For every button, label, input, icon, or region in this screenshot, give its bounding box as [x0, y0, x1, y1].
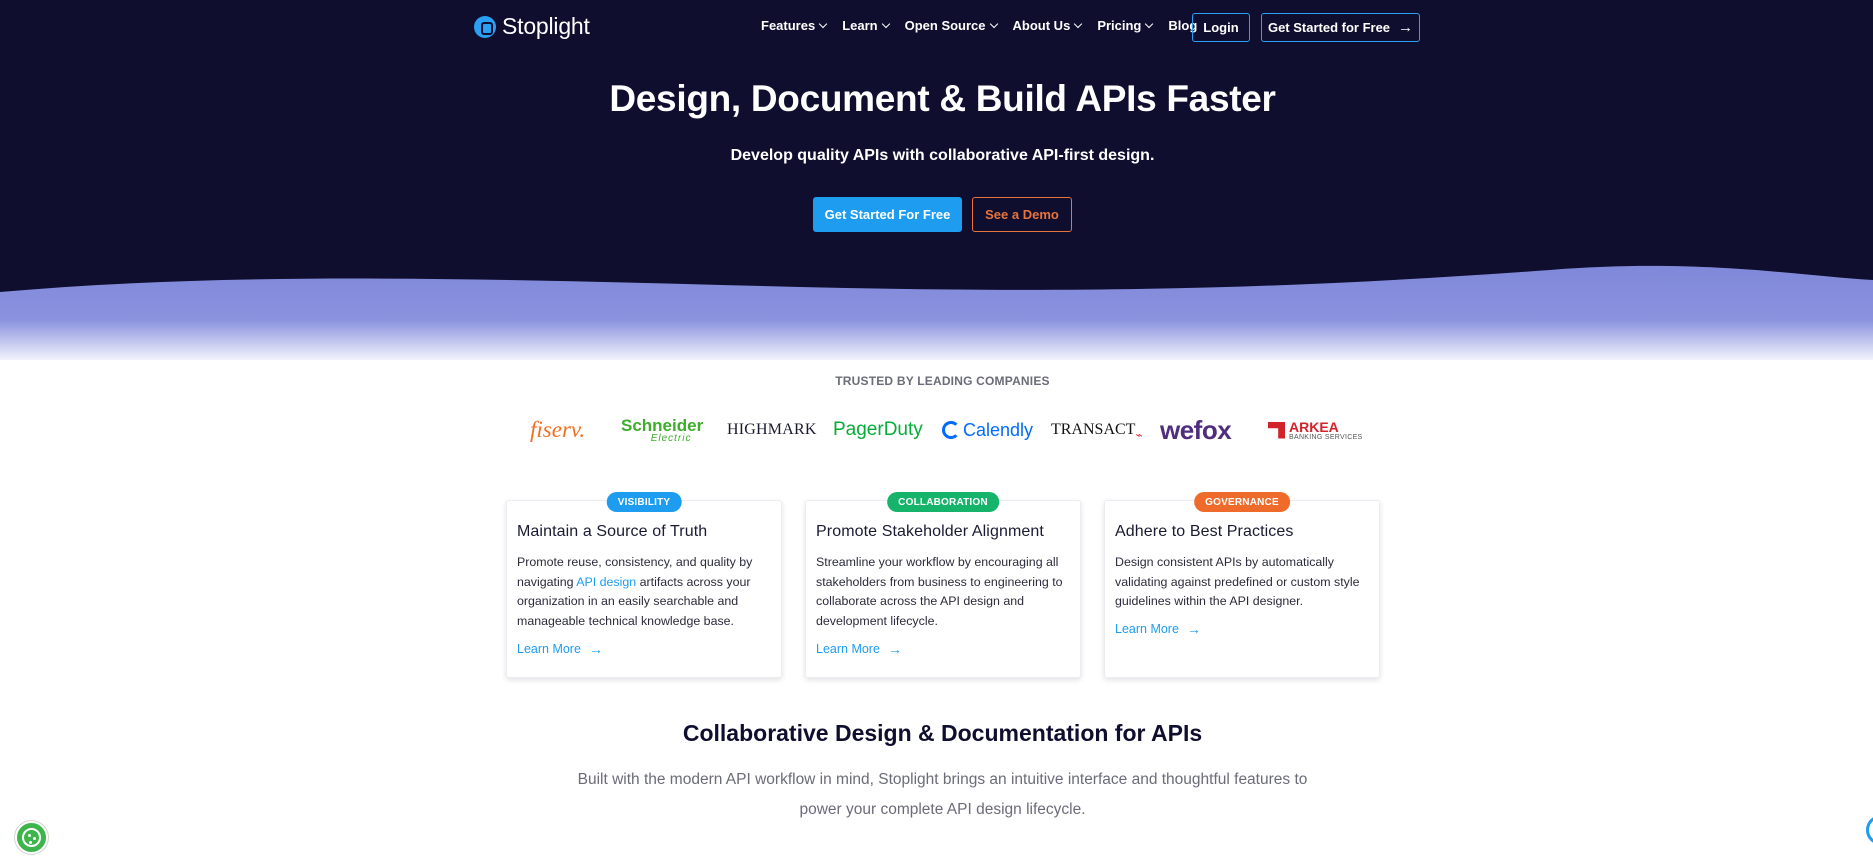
fiserv-logo: fiserv.: [530, 417, 586, 442]
nav-item-label: Pricing: [1097, 18, 1142, 33]
arkea-logo-text: ARKEA BANKING SERVICES: [1289, 420, 1363, 441]
hero-subtitle: Develop quality APIs with collaborative …: [730, 147, 1155, 164]
trusted-heading: TRUSTED BY LEADING COMPANIES: [835, 374, 1050, 388]
arkea-logo: ARKEA BANKING SERVICES: [1268, 410, 1363, 450]
nav-item-label: Open Source: [904, 18, 986, 33]
cookie-settings-button[interactable]: [15, 821, 48, 854]
arkea-logo-tagline: BANKING SERVICES: [1289, 433, 1363, 441]
nav-item-features[interactable]: Features: [761, 18, 828, 33]
hero-title: Design, Document & Build APIs Faster: [609, 78, 1276, 119]
transact-swoosh-icon: ⌁: [1135, 427, 1143, 442]
nav-item-about-us[interactable]: About Us: [1012, 18, 1083, 33]
card-body: Promote reuse, consistency, and quality …: [517, 553, 775, 631]
nav-item-label: About Us: [1012, 18, 1071, 33]
see-demo-button[interactable]: See a Demo: [972, 197, 1072, 232]
calendly-logo: Calendly: [942, 410, 1033, 450]
nav-item-label: Learn: [842, 18, 878, 33]
section-subtitle: Built with the modern API workflow in mi…: [577, 771, 1308, 818]
schneider-logo-text: Schneider: [621, 415, 704, 435]
card-title: Maintain a Source of Truth: [517, 523, 708, 540]
card-badge: COLLABORATION: [887, 492, 999, 512]
calendly-logo-text: Calendly: [963, 419, 1034, 440]
card-badge: VISIBILITY: [606, 492, 682, 512]
calendly-mark-icon: [942, 421, 960, 439]
arrow-right-icon: →: [588, 641, 603, 657]
transact-logo: TRANSACT ⌁: [1051, 410, 1143, 450]
arrow-right-icon: →: [1186, 621, 1201, 637]
brand-logo[interactable]: Stoplight: [474, 13, 590, 40]
arkea-mark-icon: [1268, 421, 1285, 439]
learn-more-label: Learn More: [517, 642, 581, 656]
feature-card-collaboration: COLLABORATION Promote Stakeholder Alignm…: [805, 492, 1081, 678]
learn-more-label: Learn More: [1115, 622, 1179, 636]
learn-more-link[interactable]: Learn More →: [517, 642, 603, 656]
section-title: Collaborative Design & Documentation for…: [682, 720, 1203, 746]
electric-logo-text: Electric: [650, 432, 692, 444]
arrow-right-icon: →: [887, 641, 902, 657]
nav-item-learn[interactable]: Learn: [842, 18, 890, 33]
main-menu: Features Learn Open Source About Us Pric…: [761, 18, 1213, 33]
card-badge: GOVERNANCE: [1194, 492, 1290, 512]
chevron-down-icon: [1074, 19, 1083, 29]
hero-wave: [0, 265, 1873, 360]
chevron-down-icon: [881, 19, 890, 29]
get-started-button[interactable]: Get Started For Free: [813, 197, 962, 232]
brand-name: Stoplight: [502, 13, 590, 39]
transact-logo-text: TRANSACT: [1051, 421, 1136, 438]
arkea-logo-title: ARKEA: [1289, 418, 1339, 435]
chevron-down-icon: [818, 19, 828, 29]
company-logos: fiserv. Schneider Electric HIGHMARK Page…: [0, 410, 1873, 450]
feature-card-visibility: VISIBILITY Maintain a Source of Truth Pr…: [506, 492, 782, 678]
card-body: Streamline your workflow by encouraging …: [816, 555, 1063, 628]
card-title: Adhere to Best Practices: [1115, 523, 1294, 540]
get-started-nav-button[interactable]: Get Started for Free →: [1261, 13, 1420, 42]
learn-more-link[interactable]: Learn More →: [1115, 622, 1201, 636]
card-title: Promote Stakeholder Alignment: [816, 523, 1044, 540]
top-navbar: Stoplight Features Learn Open Source Abo…: [0, 0, 1873, 52]
learn-more-label: Learn More: [816, 642, 880, 656]
nav-item-open-source[interactable]: Open Source: [904, 18, 998, 33]
get-started-nav-label: Get Started for Free: [1267, 20, 1391, 35]
stoplight-logo-icon: [474, 15, 496, 38]
hero-section: Stoplight Features Learn Open Source Abo…: [0, 0, 1873, 360]
chat-launcher-icon[interactable]: [1866, 815, 1873, 845]
pagerduty-logo: PagerDuty: [833, 419, 923, 440]
feature-card-governance: GOVERNANCE Adhere to Best Practices Desi…: [1104, 492, 1380, 678]
wefox-logo: wefox: [1160, 414, 1232, 445]
highmark-logo: HIGHMARK: [727, 421, 817, 438]
cookie-icon: [22, 828, 41, 847]
learn-more-link[interactable]: Learn More →: [816, 642, 902, 656]
chevron-down-icon: [1145, 19, 1154, 29]
arrow-right-icon: →: [1398, 19, 1414, 36]
nav-item-pricing[interactable]: Pricing: [1097, 18, 1154, 33]
card-body: Design consistent APIs by automatically …: [1115, 555, 1360, 608]
nav-item-label: Features: [761, 18, 816, 33]
schneider-electric-logo: Schneider Electric: [621, 410, 703, 450]
chevron-down-icon: [989, 19, 998, 29]
login-button[interactable]: Login: [1192, 13, 1250, 42]
api-design-link[interactable]: API design: [576, 575, 636, 589]
